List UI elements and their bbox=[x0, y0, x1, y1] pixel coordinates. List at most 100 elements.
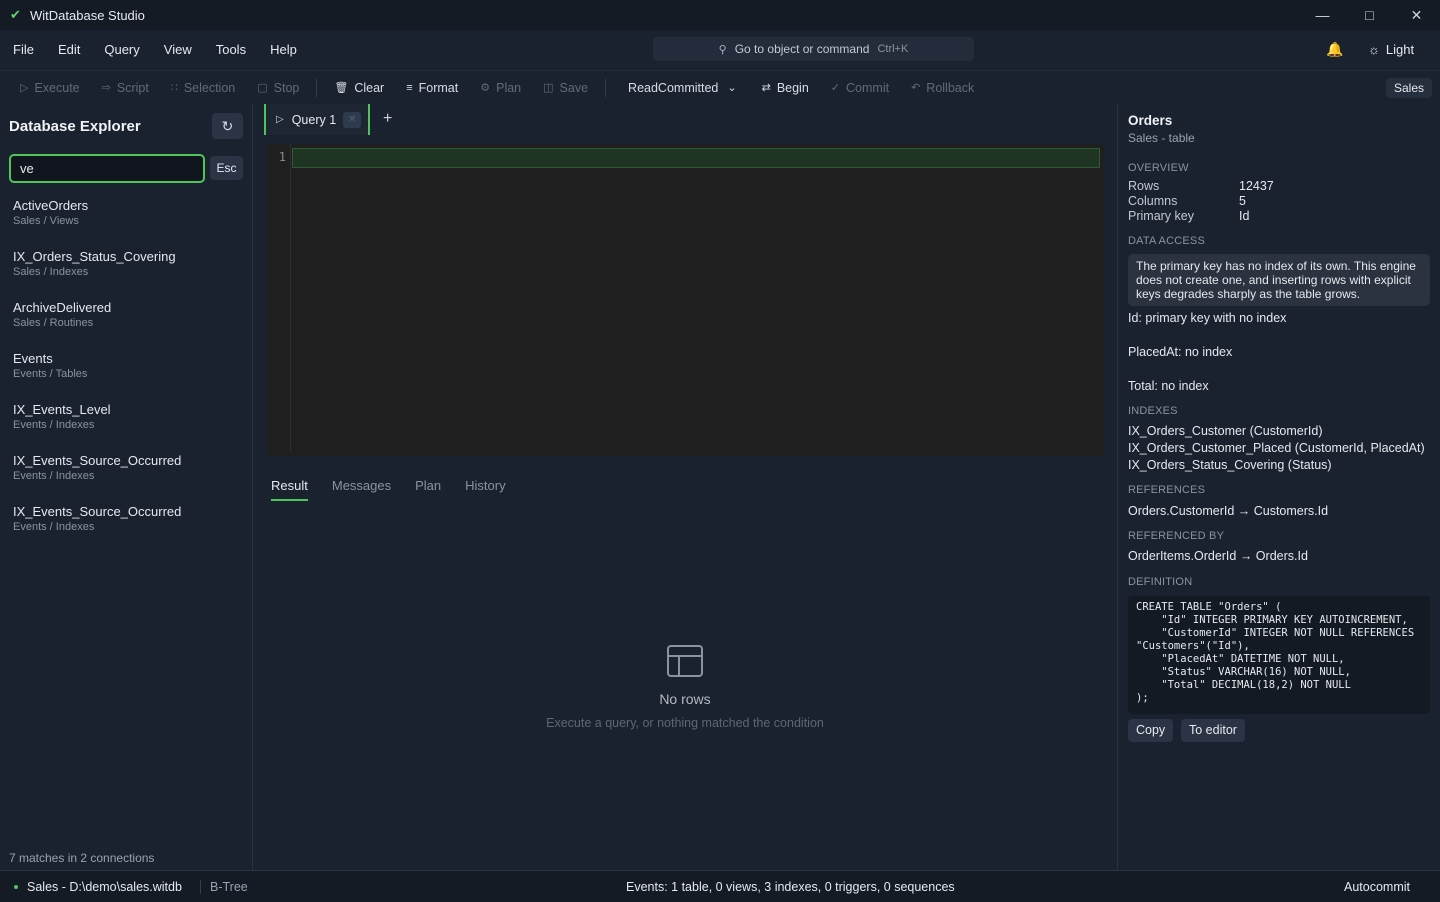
index-item[interactable]: IX_Orders_Customer (CustomerId) bbox=[1128, 424, 1323, 438]
script-button[interactable]: ⇨ Script bbox=[91, 71, 160, 105]
plan-button[interactable]: ⚙ Plan bbox=[469, 71, 532, 105]
access-item: Total: no index bbox=[1128, 379, 1209, 393]
play-icon: ▷ bbox=[20, 82, 29, 94]
index-item[interactable]: IX_Orders_Customer_Placed (CustomerId, P… bbox=[1128, 441, 1425, 455]
maximize-icon[interactable]: □ bbox=[1346, 0, 1393, 30]
save-label: Save bbox=[559, 80, 589, 95]
copy-button[interactable]: Copy bbox=[1128, 719, 1174, 742]
script-icon: ⇨ bbox=[101, 82, 111, 94]
tab-label: Query 1 bbox=[291, 112, 337, 127]
tab-messages[interactable]: Messages bbox=[332, 478, 391, 501]
execute-button[interactable]: ▷ Execute bbox=[0, 71, 91, 105]
to-editor-button[interactable]: To editor bbox=[1181, 719, 1245, 742]
toolbar: ▷ Execute ⇨ Script ∷ Selection ▢ Stop 🗑 Clear… bbox=[0, 70, 1440, 104]
database-explorer: Database Explorer ↻ ve Esc ActiveOrders … bbox=[0, 104, 253, 870]
stop-button[interactable]: ▢ Stop bbox=[246, 71, 310, 105]
sun-icon: ☼ bbox=[1368, 41, 1380, 57]
transaction-mode[interactable]: Autocommit bbox=[1344, 880, 1410, 894]
reference-item[interactable]: Orders.CustomerId → Customers.Id bbox=[1128, 504, 1328, 518]
tab-plan[interactable]: Plan bbox=[415, 478, 441, 501]
format-button[interactable]: ≡ Format bbox=[395, 71, 469, 105]
theme-label: Light bbox=[1385, 41, 1415, 57]
theme-toggle-button[interactable]: ☼ Light bbox=[1368, 40, 1414, 58]
menu-file[interactable]: File bbox=[0, 42, 46, 57]
clear-button[interactable]: 🗑 Clear bbox=[323, 71, 395, 105]
window-controls: — □ ✕ bbox=[1299, 0, 1440, 30]
selection-button[interactable]: ∷ Selection bbox=[160, 71, 246, 105]
section-references: REFERENCES bbox=[1128, 484, 1206, 496]
object-title: Orders bbox=[1128, 113, 1173, 128]
selection-label: Selection bbox=[183, 80, 236, 95]
menu-edit[interactable]: Edit bbox=[46, 42, 92, 57]
item-path: Sales / Routines bbox=[13, 317, 94, 329]
columns-stat: Columns 5 bbox=[1128, 194, 1246, 209]
close-window-icon[interactable]: ✕ bbox=[1393, 0, 1440, 30]
item-name: IX_Events_Source_Occurred bbox=[13, 453, 182, 468]
save-button[interactable]: ◫ Save bbox=[532, 71, 599, 105]
section-data-access: DATA ACCESS bbox=[1128, 235, 1205, 247]
list-item[interactable]: ArchiveDelivered Sales / Routines bbox=[0, 299, 252, 350]
chevron-down-icon: ⌄ bbox=[727, 82, 737, 94]
item-name: IX_Events_Source_Occurred bbox=[13, 504, 182, 519]
menu-tools[interactable]: Tools bbox=[204, 42, 258, 57]
menu-query[interactable]: Query bbox=[92, 42, 151, 57]
check-icon: ✓ bbox=[830, 82, 841, 94]
explorer-search-input[interactable]: ve bbox=[9, 154, 205, 183]
list-item[interactable]: IX_Orders_Status_Covering Sales / Indexe… bbox=[0, 248, 252, 299]
line-gutter: 1 bbox=[267, 144, 291, 452]
minimize-icon[interactable]: — bbox=[1299, 0, 1346, 30]
clear-search-button[interactable]: Esc bbox=[210, 156, 243, 180]
primary-key-stat: Primary key Id bbox=[1128, 209, 1249, 224]
item-name: Events bbox=[13, 351, 53, 366]
item-path: Events / Indexes bbox=[13, 470, 95, 482]
explorer-title: Database Explorer bbox=[9, 118, 141, 135]
section-referenced-by: REFERENCED BY bbox=[1128, 530, 1225, 542]
list-item[interactable]: IX_Events_Source_Occurred Events / Index… bbox=[0, 452, 252, 503]
rows-stat: Rows 12437 bbox=[1128, 179, 1274, 194]
active-connection-badge[interactable]: Sales bbox=[1385, 78, 1432, 98]
list-item[interactable]: IX_Events_Level Events / Indexes bbox=[0, 401, 252, 452]
stop-icon: ▢ bbox=[257, 82, 268, 94]
columns-label: Columns bbox=[1128, 194, 1178, 208]
rows-label: Rows bbox=[1128, 179, 1160, 193]
command-search[interactable]: ⚲ Go to object or command Ctrl+K bbox=[653, 37, 974, 61]
storage-engine: B-Tree bbox=[200, 880, 248, 894]
plan-icon: ⚙ bbox=[480, 82, 491, 94]
transaction-icon: ⇄ bbox=[761, 82, 771, 94]
clear-label: Clear bbox=[354, 80, 385, 95]
line-number: 1 bbox=[278, 150, 286, 164]
menu-bar: File Edit Query View Tools Help ⚲ Go to … bbox=[0, 30, 1440, 68]
selection-icon: ∷ bbox=[170, 82, 178, 94]
tab-history[interactable]: History bbox=[465, 478, 505, 501]
rollback-button[interactable]: ↶ Rollback bbox=[900, 71, 985, 105]
query-tab-bar: ▷ Query 1 ✕ + bbox=[259, 104, 1111, 135]
menu-view[interactable]: View bbox=[152, 42, 204, 57]
empty-title: No rows bbox=[659, 691, 711, 707]
refresh-icon[interactable]: ↻ bbox=[212, 113, 243, 139]
add-tab-icon[interactable]: + bbox=[383, 110, 392, 128]
menu-help[interactable]: Help bbox=[258, 42, 309, 57]
status-bar: Sales - D:\demo\sales.witdb B-Tree Event… bbox=[0, 870, 1440, 902]
search-icon: ⚲ bbox=[718, 43, 727, 56]
toolbar-divider bbox=[316, 78, 318, 97]
match-count: 7 matches in 2 connections bbox=[9, 851, 155, 865]
empty-result: No rows Execute a query, or nothing matc… bbox=[259, 645, 1111, 730]
list-item[interactable]: ActiveOrders Sales / Views bbox=[0, 197, 252, 248]
begin-button[interactable]: ⇄ Begin bbox=[751, 71, 820, 105]
list-item[interactable]: IX_Events_Source_Occurred Events / Index… bbox=[0, 503, 252, 554]
tab-result[interactable]: Result bbox=[271, 478, 308, 501]
index-item[interactable]: IX_Orders_Status_Covering (Status) bbox=[1128, 458, 1332, 472]
primary-key-value: Id bbox=[1239, 209, 1250, 223]
referenced-by-item[interactable]: OrderItems.OrderId → Orders.Id bbox=[1128, 549, 1308, 563]
item-path: Sales / Views bbox=[13, 215, 79, 227]
commit-button[interactable]: ✓ Commit bbox=[820, 71, 900, 105]
sql-editor[interactable]: 1 bbox=[267, 144, 1104, 456]
save-icon: ◫ bbox=[543, 82, 554, 94]
toolbar-divider bbox=[605, 78, 607, 97]
tab-query-1[interactable]: ▷ Query 1 ✕ bbox=[264, 104, 370, 135]
close-icon[interactable]: ✕ bbox=[343, 111, 362, 128]
list-item[interactable]: Events Events / Tables bbox=[0, 350, 252, 401]
bell-icon[interactable]: 🔔 bbox=[1326, 41, 1343, 57]
isolation-level-select[interactable]: ReadCommitted ⌄ bbox=[612, 81, 751, 95]
item-path: Events / Indexes bbox=[13, 521, 95, 533]
